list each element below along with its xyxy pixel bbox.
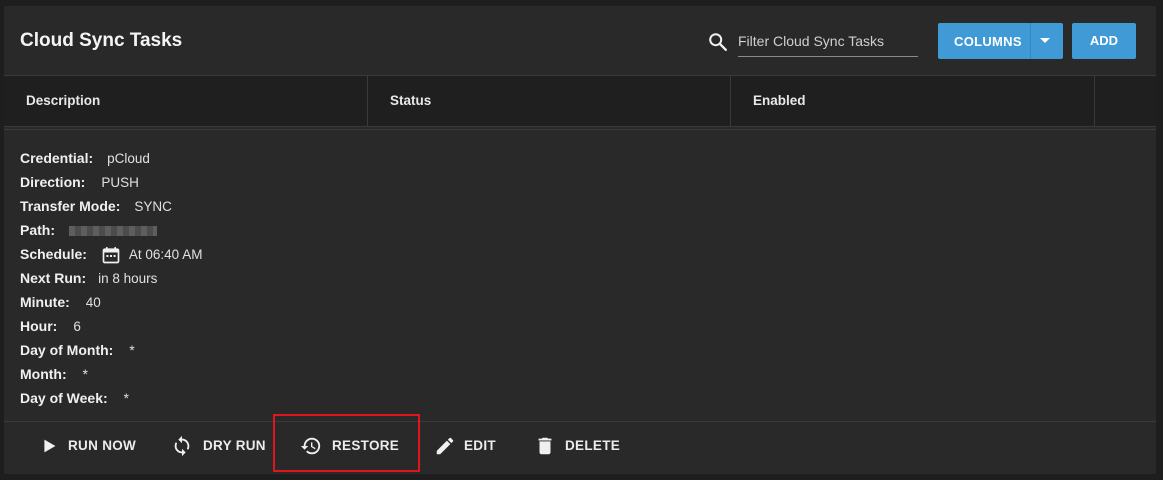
column-header-status[interactable]: Status: [368, 76, 731, 126]
chevron-down-icon[interactable]: [1040, 38, 1050, 43]
column-header-actions: [1095, 76, 1156, 126]
detail-month: Month: *: [20, 366, 88, 382]
trash-icon: [538, 437, 552, 455]
columns-button-divider: [1030, 23, 1031, 59]
row-divider: [4, 129, 1156, 130]
edit-button[interactable]: EDIT: [434, 428, 504, 464]
detail-credential: Credential: pCloud: [20, 150, 150, 166]
detail-path: Path:: [20, 220, 202, 244]
detail-schedule: Schedule: At 06:40 AM: [20, 244, 202, 268]
detail-day-of-week: Day of Week: *: [20, 390, 129, 406]
sync-icon: [174, 435, 190, 457]
pencil-icon: [436, 437, 454, 455]
play-icon: [44, 439, 56, 453]
page-title: Cloud Sync Tasks: [20, 30, 183, 51]
column-header-description[interactable]: Description: [4, 76, 368, 126]
redacted-path: [69, 226, 157, 237]
add-button[interactable]: ADD: [1072, 23, 1136, 59]
delete-button[interactable]: DELETE: [534, 428, 624, 464]
detail-direction: Direction: PUSH: [20, 174, 139, 190]
detail-day-of-month: Day of Month: *: [20, 342, 135, 358]
actions-divider: [4, 421, 1156, 422]
task-details: Credential: pCloud Direction: PUSH Transfe…: [20, 148, 202, 412]
dry-run-button[interactable]: DRY RUN: [171, 428, 271, 464]
cloud-sync-tasks-card: Cloud Sync Tasks COLUMNS ADD Description…: [4, 6, 1156, 474]
table-header: Description Status Enabled: [4, 75, 1156, 127]
detail-next-run: Next Run: in 8 hours: [20, 270, 158, 286]
column-header-enabled[interactable]: Enabled: [731, 76, 1095, 126]
columns-button-label: COLUMNS: [954, 34, 1022, 49]
detail-transfer-mode: Transfer Mode: SYNC: [20, 198, 172, 214]
restore-highlight-box: [273, 414, 420, 472]
detail-minute: Minute: 40: [20, 294, 101, 310]
card-header: Cloud Sync Tasks COLUMNS ADD: [4, 6, 1156, 75]
run-now-button[interactable]: RUN NOW: [38, 428, 148, 464]
filter-search-input[interactable]: [738, 26, 918, 57]
calendar-icon: [102, 247, 120, 264]
search-icon: [709, 33, 727, 51]
detail-hour: Hour: 6: [20, 318, 81, 334]
columns-button[interactable]: COLUMNS: [938, 23, 1063, 59]
